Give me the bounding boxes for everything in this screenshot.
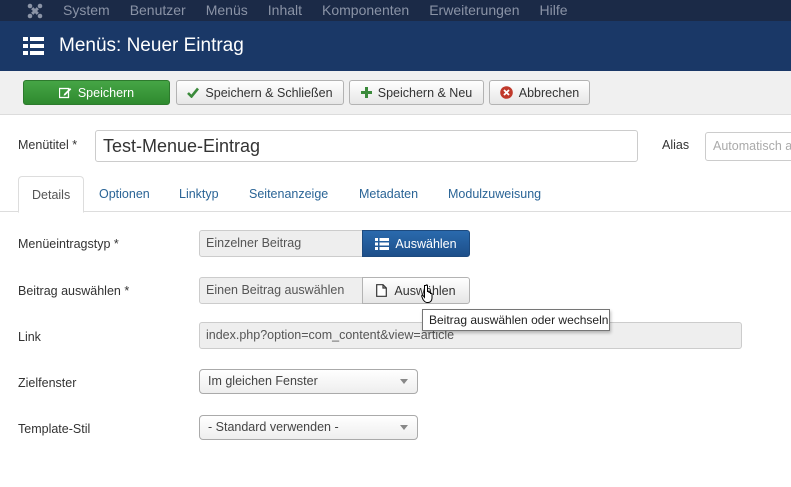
cancel-circle-icon xyxy=(499,86,513,99)
tab-modulzuweisung[interactable]: Modulzuweisung xyxy=(435,176,554,212)
save-close-button[interactable]: Speichern & Schließen xyxy=(176,80,344,105)
save-new-label: Speichern & Neu xyxy=(377,85,473,100)
menu-type-button-label: Auswählen xyxy=(395,236,457,251)
edit-icon xyxy=(58,87,72,99)
nav-hilfe[interactable]: Hilfe xyxy=(539,0,567,21)
target-window-value: Im gleichen Fenster xyxy=(208,374,318,388)
top-navigation: System Benutzer Menüs Inhalt Komponenten… xyxy=(0,0,791,21)
cancel-button[interactable]: Abbrechen xyxy=(489,80,590,105)
menu-type-select-button[interactable]: Auswählen xyxy=(362,230,470,257)
link-label: Link xyxy=(18,330,41,344)
joomla-logo-icon[interactable] xyxy=(24,0,46,21)
article-select-button[interactable]: Auswählen xyxy=(362,277,470,304)
target-window-select[interactable]: Im gleichen Fenster xyxy=(199,369,418,394)
page-title: Menüs: Neuer Eintrag xyxy=(59,35,244,56)
title-label: Menütitel * xyxy=(18,138,78,152)
nav-menus[interactable]: Menüs xyxy=(206,0,248,21)
page-header: Menüs: Neuer Eintrag xyxy=(0,21,791,71)
list-icon xyxy=(23,37,44,55)
alias-input[interactable]: Automatisch a xyxy=(705,132,791,161)
save-label: Speichern xyxy=(77,85,135,100)
target-label: Zielfenster xyxy=(18,376,77,390)
toolbar: Speichern Speichern & Schließen Speicher… xyxy=(0,71,791,115)
alias-label: Alias xyxy=(662,138,690,152)
checkmark-icon xyxy=(187,87,200,98)
template-style-select[interactable]: - Standard verwenden - xyxy=(199,415,418,440)
save-close-label: Speichern & Schließen xyxy=(205,85,333,100)
tab-seitenanzeige[interactable]: Seitenanzeige xyxy=(236,176,341,212)
template-style-value: - Standard verwenden - xyxy=(208,420,339,434)
save-new-button[interactable]: Speichern & Neu xyxy=(349,80,484,105)
nav-benutzer[interactable]: Benutzer xyxy=(130,0,186,21)
cancel-label: Abbrechen xyxy=(518,85,580,100)
list-icon xyxy=(375,237,390,250)
article-label: Beitrag auswählen * xyxy=(18,284,130,298)
tab-optionen[interactable]: Optionen xyxy=(86,176,163,212)
chevron-down-icon xyxy=(400,425,408,430)
tab-metadaten[interactable]: Metadaten xyxy=(346,176,431,212)
menu-type-value: Einzelner Beitrag xyxy=(199,230,363,257)
nav-erweiterungen[interactable]: Erweiterungen xyxy=(429,0,519,21)
nav-system[interactable]: System xyxy=(63,0,110,21)
plus-icon xyxy=(360,87,372,98)
tab-details[interactable]: Details xyxy=(18,176,85,213)
nav-komponenten[interactable]: Komponenten xyxy=(322,0,409,21)
save-button[interactable]: Speichern xyxy=(23,80,170,105)
hand-cursor-icon xyxy=(421,284,433,303)
tooltip: Beitrag auswählen oder wechseln xyxy=(422,309,610,331)
tab-linktyp[interactable]: Linktyp xyxy=(166,176,232,212)
template-label: Template-Stil xyxy=(18,422,91,436)
tab-bar: Details Optionen Linktyp Seitenanzeige M… xyxy=(0,176,791,213)
menu-type-label: Menüeintragstyp * xyxy=(18,237,119,251)
nav-inhalt[interactable]: Inhalt xyxy=(268,0,302,21)
article-value: Einen Beitrag auswählen xyxy=(199,277,363,304)
chevron-down-icon xyxy=(400,379,408,384)
menu-title-input[interactable]: Test-Menue-Eintrag xyxy=(95,130,638,162)
file-icon xyxy=(376,284,388,297)
